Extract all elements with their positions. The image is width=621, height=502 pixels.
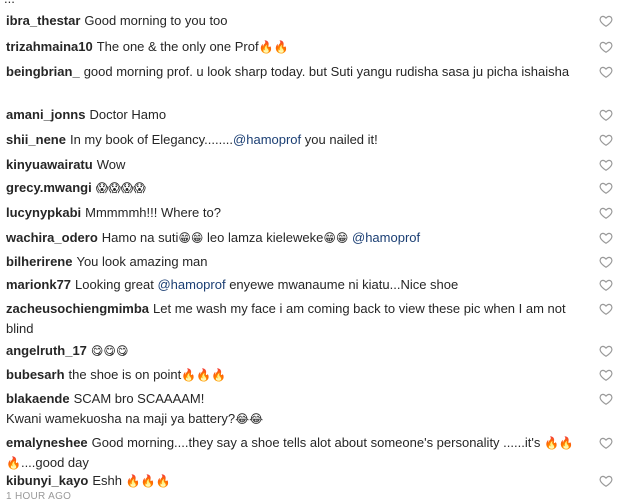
partial-top-row: ... <box>0 0 621 4</box>
heart-outline-icon[interactable] <box>599 344 613 358</box>
comment-username[interactable]: marionk77 <box>6 277 71 292</box>
comment-username[interactable]: ibra_thestar <box>6 13 80 28</box>
comment-username[interactable]: wachira_odero <box>6 230 98 245</box>
comment-item: zacheusochiengmimba Let me wash my face i… <box>0 299 621 339</box>
heart-outline-icon[interactable] <box>599 302 613 316</box>
comment-item: bubesarh the shoe is on point🔥🔥🔥 <box>0 365 621 385</box>
comment-mention[interactable]: @hamoprof <box>352 230 420 245</box>
heart-outline-icon[interactable] <box>599 14 613 28</box>
heart-outline-icon[interactable] <box>599 206 613 220</box>
comment-emoji: 🔥🔥🔥 <box>181 368 227 382</box>
heart-outline-icon[interactable] <box>599 181 613 195</box>
heart-outline-icon[interactable] <box>599 108 613 122</box>
comment-text: You look amazing man <box>76 254 208 269</box>
comment-item: blakaende SCAM bro SCAAAAM! Kwani wamekuos… <box>0 389 621 429</box>
comment-item: ibra_thestar Good morning to you too <box>0 11 621 31</box>
comment-text: The one & the only one Prof <box>96 39 259 54</box>
comment-username[interactable]: shii_nene <box>6 132 66 147</box>
comment-text: Eshh <box>92 473 126 488</box>
comment-username[interactable]: blakaende <box>6 391 70 406</box>
comment-text: good morning prof. u look sharp today. b… <box>83 64 570 79</box>
comment-username[interactable]: lucynypkabi <box>6 205 81 220</box>
comment-text: Good morning to you too <box>84 13 228 28</box>
comment-item: amani_jonns Doctor Hamo <box>0 105 621 125</box>
comment-text: you nailed it! <box>301 132 378 147</box>
comment-text: Wow <box>96 157 126 172</box>
comment-mention[interactable]: @hamoprof <box>157 277 225 292</box>
heart-outline-icon[interactable] <box>599 474 613 488</box>
comment-item: angelruth_17 😋😋😋 <box>0 341 621 361</box>
comment-item: marionk77 Looking great @hamoprof enyewe … <box>0 275 621 295</box>
comment-username[interactable]: bubesarh <box>6 367 65 382</box>
comment-item: shii_nene In my book of Elegancy........@… <box>0 130 621 150</box>
comment-username[interactable]: zacheusochiengmimba <box>6 301 149 316</box>
comment-item: wachira_odero Hamo na suti😁😁 leo lamza ki… <box>0 228 621 248</box>
comment-username[interactable]: grecy.mwangi <box>6 180 92 195</box>
heart-outline-icon[interactable] <box>599 158 613 172</box>
comment-emoji: 🔥🔥🔥 <box>125 474 171 488</box>
comment-username[interactable]: angelruth_17 <box>6 343 87 358</box>
comment-item: trizahmaina10 The one & the only one Prof… <box>0 37 621 57</box>
comment-text: the shoe is on point <box>68 367 182 382</box>
heart-outline-icon[interactable] <box>599 231 613 245</box>
heart-outline-icon[interactable] <box>599 278 613 292</box>
heart-outline-icon[interactable] <box>599 65 613 79</box>
comment-emoji: 😁😁 <box>323 231 349 245</box>
heart-outline-icon[interactable] <box>599 436 613 450</box>
comment-item: lucynypkabi Mmmmmh!!! Where to? <box>0 203 621 223</box>
comment-username[interactable]: beingbrian_ <box>6 64 80 79</box>
comment-text: Doctor Hamo <box>89 107 167 122</box>
comment-emoji: 😱😱😱😱 <box>95 181 146 195</box>
partial-top-text: ... <box>4 0 15 4</box>
comment-username[interactable]: bilherirene <box>6 254 72 269</box>
comment-emoji: 🔥🔥 <box>258 40 289 54</box>
heart-outline-icon[interactable] <box>599 392 613 406</box>
comment-text: Good morning....they say a shoe tells al… <box>91 435 544 450</box>
comment-text: In my book of Elegancy........ <box>69 132 234 147</box>
heart-outline-icon[interactable] <box>599 133 613 147</box>
comment-text: leo lamza kieleweke <box>203 230 324 245</box>
comment-emoji: 😁😁 <box>178 231 204 245</box>
comment-timestamp: 1 HOUR AGO <box>6 491 72 502</box>
heart-outline-icon[interactable] <box>599 368 613 382</box>
comment-text: enyewe mwanaume ni kiatu...Nice shoe <box>225 277 459 292</box>
comment-item: grecy.mwangi 😱😱😱😱 <box>0 178 621 198</box>
heart-outline-icon[interactable] <box>599 255 613 269</box>
comment-username[interactable]: kinyuawairatu <box>6 157 93 172</box>
comment-emoji: 😋😋😋 <box>90 344 129 358</box>
comment-text: Mmmmmh!!! Where to? <box>85 205 221 220</box>
comment-username[interactable]: kibunyi_kayo <box>6 473 88 488</box>
comment-item: kibunyi_kayo Eshh 🔥🔥🔥 <box>0 471 621 491</box>
comment-item: bilherirene You look amazing man <box>0 252 621 272</box>
comment-mention[interactable]: @hamoprof <box>233 132 301 147</box>
comment-username[interactable]: emalyneshee <box>6 435 88 450</box>
heart-outline-icon[interactable] <box>599 40 613 54</box>
comment-text: Looking great <box>75 277 158 292</box>
comment-username[interactable]: trizahmaina10 <box>6 39 93 54</box>
comment-username[interactable]: amani_jonns <box>6 107 85 122</box>
comment-text: Hamo na suti <box>101 230 179 245</box>
comment-item: kinyuawairatu Wow <box>0 155 621 175</box>
comment-emoji: 😂😂 <box>235 412 264 426</box>
comment-text: ....good day <box>20 455 89 470</box>
comment-item: emalyneshee Good morning....they say a sh… <box>0 433 621 473</box>
comment-item: beingbrian_ good morning prof. u look sha… <box>0 62 621 82</box>
